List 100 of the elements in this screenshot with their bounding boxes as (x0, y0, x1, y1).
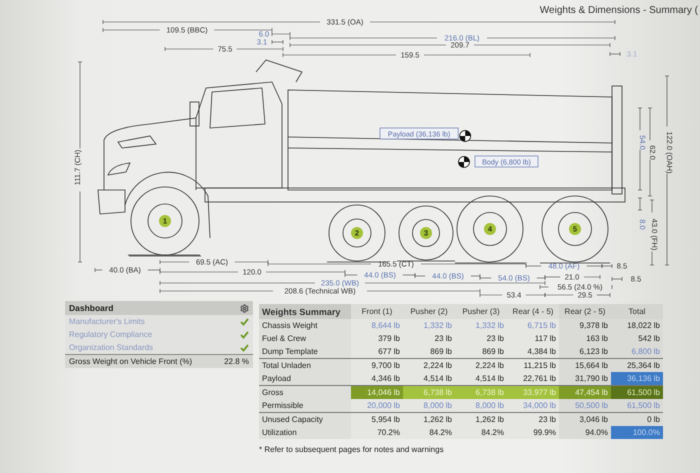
table-cell: 100.0% (611, 426, 663, 439)
table-cell: 23 lb (403, 332, 455, 345)
table-cell: 9,700 lb (351, 358, 403, 372)
table-cell: 6,738 lb (403, 385, 455, 399)
table-cell: 1,262 lb (403, 412, 455, 426)
table-cell: 379 lb (351, 332, 403, 345)
table-cell: 18,022 lb (611, 319, 663, 332)
row-label: Dump Template (259, 345, 351, 358)
dimension-line (638, 108, 642, 130)
table-cell: 34,000 lb (507, 399, 559, 412)
table-cell: 33,977 lb (507, 385, 559, 399)
row-label: Payload (259, 372, 351, 385)
metric-value: 22.8 % (224, 357, 249, 366)
metric-label: Gross Weight on Vehicle Front (%) (69, 357, 192, 366)
dashboard-link[interactable]: Organization Standards (69, 343, 154, 352)
table-cell: 94.0% (559, 426, 611, 439)
dashboard-link[interactable]: Manufacturer's Limits (69, 317, 145, 326)
dimension-line (78, 191, 82, 262)
table-cell: 117 lb (507, 332, 559, 345)
table-cell: 6,715 lb (507, 319, 559, 332)
table-cell: 677 lb (351, 345, 403, 358)
table-cell: 50,500 lb (559, 399, 611, 412)
column-header: Front (1) (351, 304, 403, 319)
table-cell: 4,514 lb (403, 372, 455, 385)
row-label: Fuel & Crew (259, 332, 351, 345)
table-cell: 23 lb (507, 412, 559, 426)
dimension-line (664, 76, 670, 127)
table-cell: 4,384 lb (507, 345, 559, 358)
table-cell: 6,738 lb (455, 385, 507, 399)
dimension-line (648, 160, 652, 196)
table-cell: 22,761 lb (507, 372, 559, 385)
table-cell: 15,664 lb (559, 358, 611, 372)
dimension-line (272, 40, 284, 44)
table-cell: 1,262 lb (455, 412, 507, 426)
table-cell: 8,000 lb (455, 399, 507, 412)
table-cell: 99.9% (507, 426, 559, 439)
table-cell: 11,215 lb (507, 358, 559, 372)
table-cell: 20,000 lb (351, 399, 403, 412)
row-label: Total Unladen (259, 358, 351, 372)
column-header: Rear (4 - 5) (507, 304, 559, 319)
table-cell: 14,046 lb (351, 385, 403, 399)
table-cell: 8,644 lb (351, 319, 403, 332)
dimension-line (160, 260, 190, 264)
table-cell: 1,332 lb (455, 319, 507, 332)
table-title: Weights Summary (259, 304, 351, 319)
dimension-line (648, 108, 652, 140)
table-cell: 5,954 lb (351, 412, 403, 426)
table-cell: 4,514 lb (455, 372, 507, 385)
dimension-line (596, 292, 610, 298)
dimension-line (102, 28, 160, 32)
table-cell: 84.2% (403, 426, 455, 439)
table-cell: 84.2% (455, 426, 507, 439)
dimension-line (610, 52, 620, 56)
table-cell: 869 lb (403, 345, 455, 358)
table-cell: 61,500 lb (611, 385, 663, 399)
row-label: Permissible (259, 399, 351, 412)
dimension-line (650, 200, 654, 213)
column-header: Pusher (3) (455, 304, 507, 319)
column-header: Rear (2 - 5) (559, 304, 611, 319)
table-cell: 163 lb (559, 332, 611, 345)
dimension-line (650, 251, 654, 266)
table-cell: 0 lb (611, 412, 663, 426)
dimension-line (584, 274, 600, 280)
table-cell: 542 lb (611, 332, 663, 345)
dimension-line (94, 268, 102, 272)
table-cell: 47,454 lb (559, 385, 611, 399)
center-of-gravity-icon (458, 156, 470, 168)
footnote: * Refer to subsequent pages for notes and warnings (259, 445, 445, 454)
row-label: Chassis Weight (259, 319, 351, 332)
table-cell: 8,000 lb (403, 399, 455, 412)
dimension-line (638, 198, 642, 210)
table-cell: 2,224 lb (455, 358, 507, 372)
row-label: Unused Capacity (259, 412, 351, 426)
table-cell: 4,346 lb (351, 372, 403, 385)
table-cell: 3,046 lb (559, 412, 611, 426)
dimension-line (612, 276, 622, 282)
center-of-gravity-icon (459, 130, 472, 142)
table-cell: 869 lb (455, 345, 507, 358)
column-header: Total (611, 304, 663, 319)
table-cell: 6,123 lb (559, 345, 611, 358)
table-cell: 25,364 lb (611, 358, 663, 372)
settings-icon[interactable] (240, 304, 249, 312)
table-cell: 31,790 lb (559, 372, 611, 385)
dimension-line (611, 284, 612, 290)
table-cell: 9,378 lb (559, 319, 611, 332)
dimension-line (164, 46, 214, 52)
page-title: Weights & Dimensions - Summary ( (540, 5, 698, 16)
column-header: Pusher (2) (403, 304, 455, 319)
table-cell: 23 lb (455, 332, 507, 345)
dashboard-link[interactable]: Regulatory Compliance (69, 330, 152, 339)
table-cell: 2,224 lb (403, 358, 455, 372)
table-cell: 70.2% (351, 426, 403, 439)
table-cell: 61,500 lb (611, 399, 663, 412)
dashboard-title: Dashboard (69, 303, 114, 313)
dimension-line (638, 150, 642, 190)
row-label: Utilization (259, 426, 351, 439)
table-cell: 1,332 lb (403, 319, 455, 332)
row-label: Gross (259, 385, 351, 399)
table-cell: 6,800 lb (611, 345, 663, 358)
table-cell: 36,136 lb (611, 372, 663, 385)
